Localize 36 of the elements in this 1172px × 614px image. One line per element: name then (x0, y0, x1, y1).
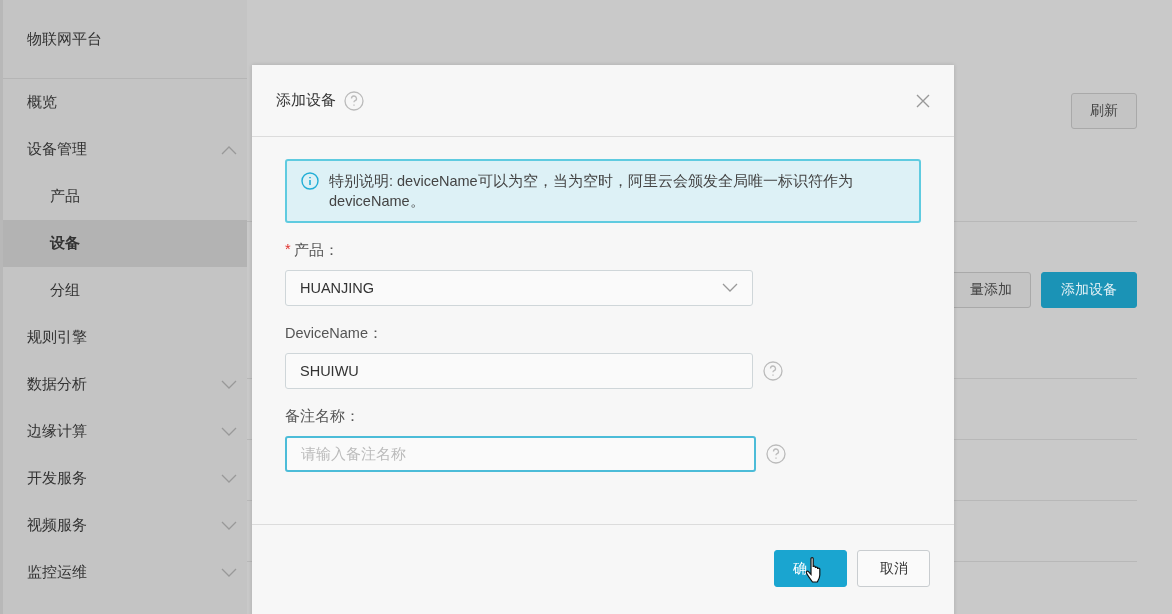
chevron-down-icon (722, 283, 738, 293)
chevron-down-icon (221, 520, 237, 531)
field-label: 备注名称： (285, 407, 360, 426)
close-icon[interactable] (916, 93, 930, 108)
sidebar-item[interactable]: 产品 (3, 173, 247, 220)
chevron-down-icon (221, 567, 237, 578)
cancel-button[interactable]: 取消 (857, 550, 930, 587)
sidebar-item[interactable]: 规则引擎 (3, 314, 247, 361)
sidebar-item[interactable]: 视频服务 (3, 502, 247, 549)
dialog-title: 添加设备 (276, 91, 336, 110)
sidebar-item[interactable]: 设备管理 (3, 126, 247, 173)
chevron-up-icon (221, 144, 237, 155)
help-icon[interactable] (344, 90, 364, 111)
sidebar-item[interactable]: 概览 (3, 79, 247, 126)
info-alert: 特别说明: deviceName可以为空，当为空时，阿里云会颁发全局唯一标识符作为deviceName。 (285, 159, 921, 223)
product-select[interactable]: HUANJING (285, 270, 753, 306)
help-icon[interactable] (763, 361, 783, 381)
chevron-down-icon (221, 379, 237, 390)
sidebar-item[interactable]: 监控运维 (3, 549, 247, 596)
chevron-down-icon (221, 426, 237, 437)
sidebar-item[interactable]: 边缘计算 (3, 408, 247, 455)
batch-add-button[interactable]: 量添加 (951, 272, 1031, 308)
field-label: 产品： (293, 241, 339, 260)
sidebar-item[interactable]: 数据分析 (3, 361, 247, 408)
help-icon[interactable] (766, 444, 786, 464)
sidebar-item[interactable]: 分组 (3, 267, 247, 314)
field-label: DeviceName： (285, 324, 383, 343)
input-field[interactable]: 请输入备注名称 (285, 436, 756, 472)
input-field[interactable]: SHUIWU (285, 353, 753, 389)
info-icon (301, 172, 319, 190)
required-mark: * (285, 241, 291, 259)
platform-title: 物联网平台 (27, 29, 102, 49)
refresh-button[interactable]: 刷新 (1071, 93, 1137, 129)
chevron-down-icon (221, 473, 237, 484)
sidebar-item[interactable]: 开发服务 (3, 455, 247, 502)
sidebar-item[interactable]: 设备 (3, 220, 247, 267)
